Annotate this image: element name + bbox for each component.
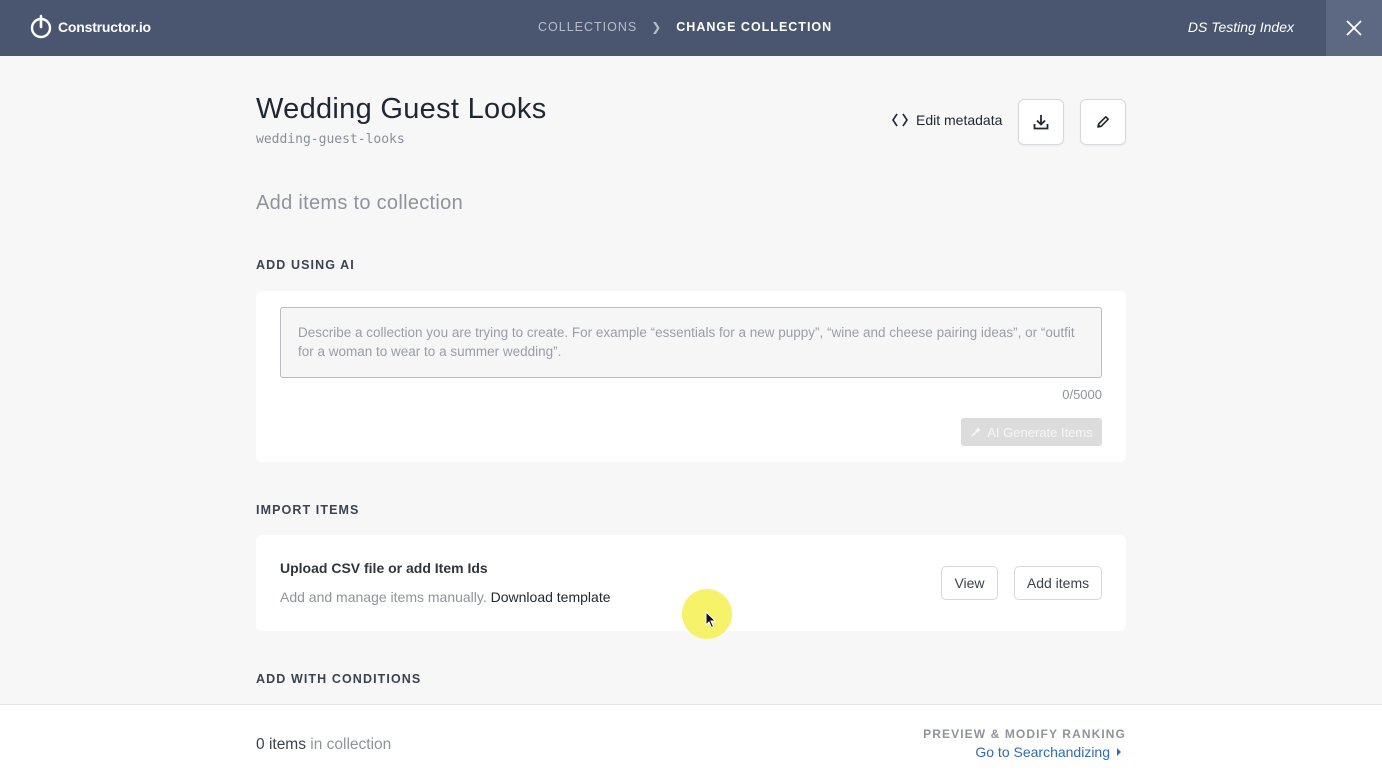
download-button[interactable] (1018, 99, 1064, 145)
pencil-icon (1097, 116, 1109, 128)
edit-metadata-button[interactable]: Edit metadata (892, 112, 1002, 128)
index-name: DS Testing Index (1187, 19, 1294, 35)
item-count: 0 items in collection (256, 736, 391, 754)
collection-slug: wedding-guest-looks (256, 132, 405, 147)
close-button[interactable] (1326, 0, 1382, 56)
add-with-conditions-label: ADD WITH CONDITIONS (256, 672, 422, 686)
import-description-text: Add and manage items manually. (280, 589, 487, 605)
logo[interactable]: Constructor.io (30, 14, 151, 40)
add-items-heading: Add items to collection (256, 192, 463, 214)
import-description: Add and manage items manually. Download … (280, 589, 611, 605)
code-braces-icon (892, 113, 908, 127)
ai-description-input[interactable]: Describe a collection you are trying to … (280, 307, 1102, 378)
import-title: Upload CSV file or add Item Ids (280, 560, 488, 576)
page-title: Wedding Guest Looks (256, 93, 547, 125)
logo-text: Constructor.io (58, 19, 151, 35)
ai-generate-label: AI Generate Items (987, 424, 1093, 440)
top-navigation-bar: Constructor.io COLLECTIONS ❯ CHANGE COLL… (0, 0, 1382, 56)
go-to-searchandizing-label: Go to Searchandizing (975, 744, 1110, 760)
item-count-word: items (268, 736, 306, 753)
close-icon (1346, 20, 1362, 36)
go-to-searchandizing-link[interactable]: Go to Searchandizing (975, 744, 1122, 760)
footer-bar: 0 items in collection PREVIEW & MODIFY R… (0, 704, 1382, 782)
character-count: 0/5000 (1062, 387, 1102, 402)
power-logo-icon (30, 14, 52, 39)
mouse-cursor-icon (705, 611, 717, 629)
add-using-ai-label: ADD USING AI (256, 258, 355, 272)
breadcrumb: COLLECTIONS ❯ CHANGE COLLECTION (538, 20, 832, 34)
ai-card: Describe a collection you are trying to … (256, 291, 1126, 462)
item-count-suffix: in collection (310, 736, 392, 753)
chevron-right-icon: ❯ (651, 20, 663, 34)
edit-collection-button[interactable] (1080, 99, 1126, 145)
caret-right-icon (1117, 748, 1121, 756)
view-button[interactable]: View (941, 566, 998, 600)
breadcrumb-change-collection: CHANGE COLLECTION (676, 20, 833, 34)
add-items-button[interactable]: Add items (1014, 566, 1102, 600)
import-items-label: IMPORT ITEMS (256, 503, 360, 517)
preview-ranking-label: PREVIEW & MODIFY RANKING (923, 727, 1126, 741)
ai-generate-button[interactable]: AI Generate Items (961, 418, 1102, 446)
breadcrumb-collections[interactable]: COLLECTIONS (538, 20, 637, 34)
magic-wand-icon (971, 427, 982, 437)
download-icon (1033, 115, 1049, 130)
edit-metadata-label: Edit metadata (916, 112, 1003, 128)
item-count-number: 0 (256, 736, 265, 753)
download-template-link[interactable]: Download template (491, 589, 611, 605)
